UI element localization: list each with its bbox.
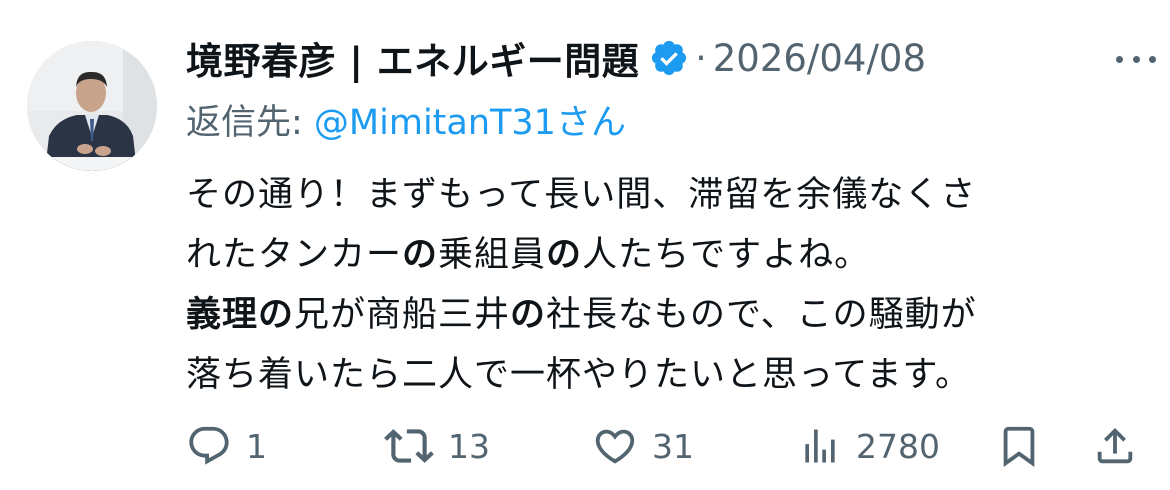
tweet-text-line: 義理の兄が商船三井の社長なもので、この騒動が xyxy=(186,285,1146,345)
author-display-name[interactable]: 境野春彦 | エネルギー問題 xyxy=(186,31,639,85)
text-span: れたタンカー xyxy=(186,235,403,275)
text-span: 人たちですよね。 xyxy=(582,235,871,275)
tweet-text: その通り！まずもって長い間、滞留を余儀なくさ れたタンカーの乗組員の人たちですよ… xyxy=(186,165,1146,405)
text-span: 兄が商船三井 xyxy=(294,295,511,335)
retweet-icon xyxy=(384,429,434,463)
heart-icon xyxy=(595,429,635,464)
avatar[interactable] xyxy=(27,41,157,171)
retweet-count: 13 xyxy=(448,426,490,466)
reply-context: 返信先: @MimitanT31さん xyxy=(186,94,626,145)
verified-badge-icon[interactable] xyxy=(649,38,689,78)
tweet-date[interactable]: 2026/04/08 xyxy=(713,37,926,80)
reply-button[interactable]: 1 xyxy=(186,418,267,474)
tweet-text-line: 落ち着いたら二人で一杯やりたいと思ってます。 xyxy=(186,355,972,395)
tweet-header: 境野春彦 | エネルギー問題 · 2026/04/08 xyxy=(186,28,926,88)
views-count: 2780 xyxy=(856,426,940,466)
share-icon xyxy=(1097,427,1133,464)
views-button[interactable]: 2780 xyxy=(798,418,940,474)
tweet-text-line: その通り！まずもって長い間、滞留を余儀なくさ xyxy=(186,175,977,215)
reply-handle-suffix[interactable]: さん xyxy=(556,103,626,143)
text-span-bold: の xyxy=(510,295,547,335)
share-button[interactable] xyxy=(1092,418,1138,474)
reply-count: 1 xyxy=(246,426,267,466)
reply-icon xyxy=(189,426,229,465)
text-span: 乗組員 xyxy=(438,235,547,275)
tweet-text-line: れたタンカーの乗組員の人たちですよね。 xyxy=(186,225,1146,285)
tweet[interactable]: 境野春彦 | エネルギー問題 · 2026/04/08 返信先: @Mimita… xyxy=(0,0,1170,490)
text-span-bold: の xyxy=(546,235,583,275)
action-bar: 1 13 31 2780 xyxy=(186,418,1136,474)
reply-handle-link[interactable]: @MimitanT31 xyxy=(314,103,556,143)
retweet-button[interactable]: 13 xyxy=(384,418,490,474)
text-span: 社長なもので、この騒動が xyxy=(546,295,977,335)
reply-prefix: 返信先: xyxy=(186,103,314,143)
like-button[interactable]: 31 xyxy=(592,418,694,474)
text-span-bold: 義理の xyxy=(186,295,295,335)
bookmark-button[interactable] xyxy=(996,418,1042,474)
header-separator: · xyxy=(695,37,707,79)
bookmark-icon xyxy=(1003,426,1035,467)
more-icon[interactable] xyxy=(1116,44,1156,74)
more-dot xyxy=(1116,55,1123,63)
more-dot xyxy=(1132,55,1140,63)
text-span-bold: の xyxy=(402,235,439,275)
views-icon xyxy=(805,429,835,463)
avatar-photo xyxy=(27,41,157,171)
more-dot xyxy=(1149,55,1156,63)
like-count: 31 xyxy=(652,426,694,466)
